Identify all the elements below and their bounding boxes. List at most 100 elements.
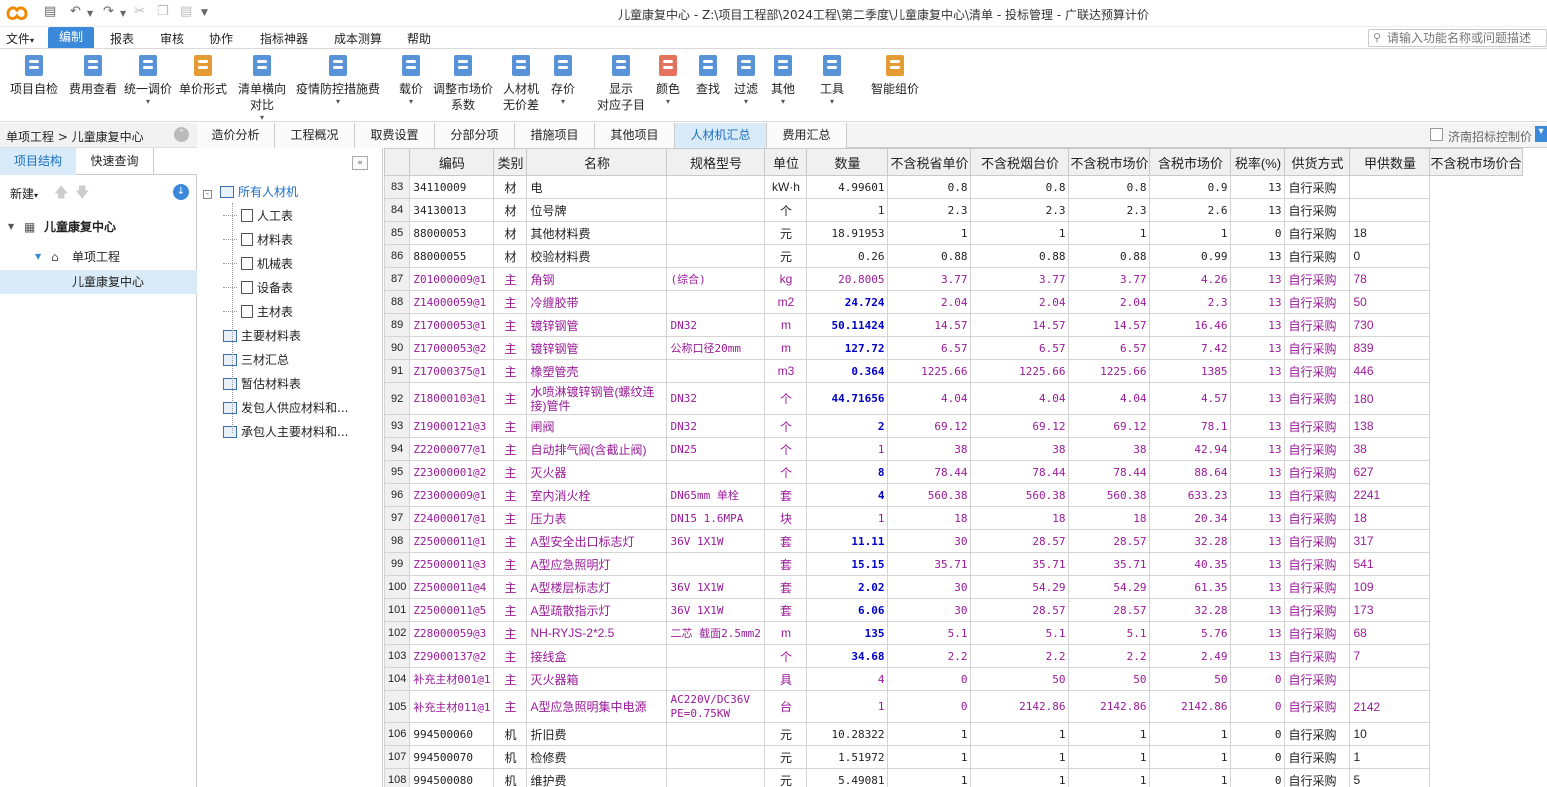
cell[interactable]: 40.35 [1149,552,1232,576]
cell[interactable]: 维护费 [526,768,668,787]
cell[interactable]: 1 [1068,221,1151,245]
cell[interactable] [666,460,766,484]
cell[interactable]: 0.88 [1068,244,1151,268]
dropdown-arrow-icon[interactable]: ▾ [731,97,761,106]
cell[interactable]: 994500070 [409,745,495,769]
tab-fee-settings[interactable]: 取费设置 [355,123,435,148]
cell[interactable]: 5.1 [970,621,1070,645]
cell[interactable]: 18 [1349,221,1431,245]
ribbon-button-16[interactable]: 智能组价 [869,53,921,97]
cell[interactable]: 541 [1349,552,1431,576]
cell[interactable]: 13 [1230,198,1286,222]
minus-box-icon[interactable]: - [203,190,212,199]
cell[interactable]: 24.724 [806,290,889,314]
cell[interactable]: 446 [1349,359,1431,383]
collapse-arrow-icon[interactable]: ▼ [35,245,41,269]
jinan-control-checkbox[interactable] [1430,128,1443,141]
cell[interactable]: 室内消火栓 [526,483,668,507]
tree-item-project[interactable]: ▼ ▦ 儿童康复中心 [0,215,197,239]
cell[interactable]: 自行采购 [1284,667,1351,691]
cell[interactable]: 2.49 [1149,644,1232,668]
move-down-icon[interactable]: 🡇 [75,182,89,206]
cell[interactable]: 6.06 [806,598,889,622]
cell[interactable]: Z25000011@5 [409,598,495,622]
cell[interactable]: DN25 [666,437,766,461]
column-header[interactable]: 编码 [409,148,495,176]
cell[interactable]: 560.38 [970,483,1070,507]
cell[interactable]: (综合) [666,267,766,291]
table-row[interactable]: 92 Z18000103@1 主水喷淋镀锌钢管(螺纹连接)管件 DN32 个 44.716… [384,382,1523,415]
cell[interactable]: 材 [493,198,528,222]
table-row[interactable]: 89 Z17000053@1 主镀锌钢管 DN32 m 50.11424 14.57 14.5… [384,313,1523,337]
cell[interactable]: 18.91953 [806,221,889,245]
cell[interactable]: 1 [806,437,889,461]
cell[interactable] [666,667,766,691]
tab-sub-items[interactable]: 分部分项 [435,123,515,148]
tab-cost-analysis[interactable]: 造价分析 [197,123,275,148]
menu-help[interactable]: 帮助 [407,30,431,47]
table-row[interactable]: 93 Z19000121@3 主闸阀 DN32 个 2 69.12 69.12 69.12 78.… [384,414,1523,438]
cell[interactable]: 3.77 [887,267,972,291]
cell[interactable]: 4 [806,483,889,507]
cell[interactable]: m3 [764,359,808,383]
cell[interactable]: 69.12 [1068,414,1151,438]
tree-resource-category[interactable]: 承包人主要材料和... [223,421,348,443]
ribbon-button-10[interactable]: 显示 对应子目 [595,53,647,113]
ribbon-button-3[interactable]: 单价形式 [176,53,230,97]
cell[interactable]: 角钢 [526,267,668,291]
menu-file[interactable]: 文件▾ [6,30,34,47]
ribbon-button-11[interactable]: 颜色 ▾ [653,53,683,106]
cell[interactable]: 50 [970,667,1070,691]
cell[interactable]: 个 [764,382,808,415]
cell[interactable]: 5.1 [887,621,972,645]
cell[interactable]: 1 [1068,768,1151,787]
dropdown-arrow-icon[interactable]: ▾ [236,113,288,122]
table-row[interactable]: 107 994500070 机检修费元 1.51972 1 1 1 1 0 自行采购 1 [384,745,1523,769]
cell[interactable]: 50 [1068,667,1151,691]
cell[interactable] [666,290,766,314]
cell[interactable]: 2.3 [1149,290,1232,314]
cell[interactable]: 主 [493,529,528,553]
cell[interactable]: 机 [493,722,528,746]
cell[interactable]: 4.57 [1149,382,1232,415]
cell[interactable]: 18 [1349,506,1431,530]
cell[interactable]: 橡塑管壳 [526,359,668,383]
cell[interactable]: 78.1 [1149,414,1232,438]
cell[interactable]: Z22000077@1 [409,437,495,461]
table-row[interactable]: 105 补充主材011@1 主 A型应急照明集中电源 AC220V/DC36V PE=0… [384,690,1523,723]
cell[interactable]: 0 [887,690,972,723]
cell[interactable] [1349,175,1431,199]
cell[interactable]: 0.26 [806,244,889,268]
cell[interactable]: 1 [1149,768,1232,787]
cell[interactable]: A型楼层标志灯 [526,575,668,599]
cell[interactable]: 7 [1349,644,1431,668]
cell[interactable]: 主 [493,359,528,383]
cell[interactable]: A型疏散指示灯 [526,598,668,622]
cell[interactable]: A型应急照明集中电源 [526,690,668,723]
cell[interactable]: 13 [1230,552,1286,576]
cell[interactable]: 13 [1230,437,1286,461]
cell[interactable]: 0 [1230,745,1286,769]
cell[interactable] [666,644,766,668]
column-header[interactable]: 不含税省单价 [887,148,972,176]
cell[interactable]: 8 [806,460,889,484]
cell[interactable]: 2 [806,414,889,438]
cell[interactable]: 32.28 [1149,529,1232,553]
cell[interactable]: Z17000375@1 [409,359,495,383]
cell[interactable]: 6.57 [1068,336,1151,360]
cell[interactable]: m [764,621,808,645]
cell[interactable]: AC220V/DC36V PE=0.75KW [666,690,766,723]
table-row[interactable]: 86 88000055 材校验材料费元 0.26 0.88 0.88 0.88 0.99 13 自… [384,244,1523,268]
cell[interactable]: 78.44 [1068,460,1151,484]
cell[interactable]: 5.76 [1149,621,1232,645]
cell[interactable]: 13 [1230,336,1286,360]
table-row[interactable]: 91 Z17000375@1 主橡塑管壳 m3 0.364 1225.66 1225.66 1… [384,359,1523,383]
menu-review[interactable]: 审核 [160,30,184,47]
cell[interactable]: 42.94 [1149,437,1232,461]
cell[interactable]: 1.51972 [806,745,889,769]
cell[interactable]: 接线盒 [526,644,668,668]
cell[interactable]: 2142.86 [1068,690,1151,723]
cell[interactable]: 自行采购 [1284,244,1351,268]
cell[interactable]: 61.35 [1149,575,1232,599]
cell[interactable]: 校验材料费 [526,244,668,268]
